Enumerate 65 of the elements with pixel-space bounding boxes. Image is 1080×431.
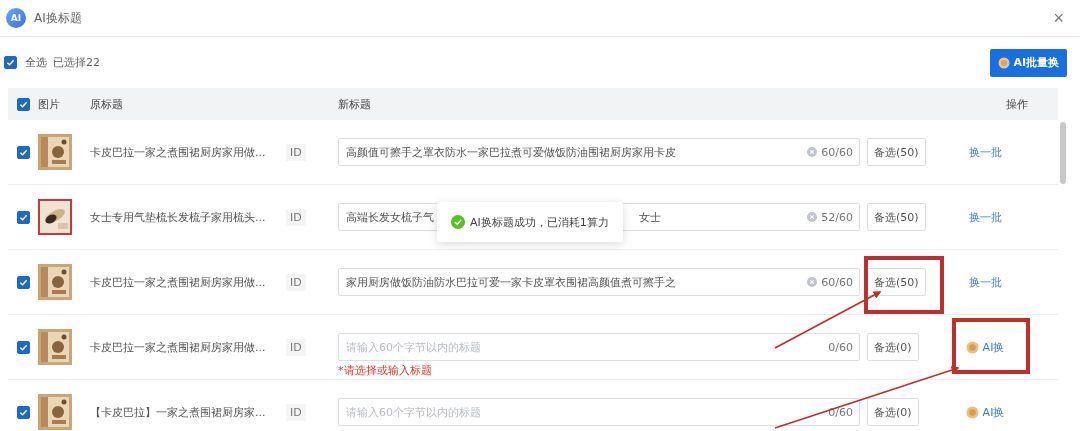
row-checkbox[interactable] (16, 210, 30, 224)
title-input-field[interactable]: 家用厨房做饭防油防水巴拉可爱一家卡皮罩衣围裙高颜值煮可擦手之 60/60 (338, 268, 860, 296)
title-value: 高端长发女梳子气 (346, 209, 434, 225)
original-title: 卡皮巴拉一家之煮围裙厨房家用做... (90, 340, 266, 354)
title-placeholder: 请输入60个字节以内的标题 (346, 404, 482, 420)
title-input-field[interactable]: 高颜值可擦手之罩衣防水一家巴拉煮可爱做饭防油围裙厨房家用卡皮 60/60 (338, 138, 860, 166)
checkmark-icon (18, 407, 28, 417)
id-label: ID (286, 273, 306, 291)
original-title: 卡皮巴拉一家之煮围裙厨房家用做... (90, 275, 266, 289)
column-header: 新标题 (338, 97, 371, 111)
checkmark-icon (18, 147, 28, 157)
alternatives-button[interactable]: 备选(50) (867, 138, 926, 166)
success-icon (451, 215, 465, 229)
close-button[interactable]: × (1051, 9, 1066, 27)
checkmark-icon (18, 342, 28, 352)
coin-icon (965, 340, 979, 354)
char-counter: 0/60 (828, 340, 853, 354)
original-title: 卡皮巴拉一家之煮围裙厨房家用做... (90, 145, 266, 159)
id-label: ID (286, 208, 306, 226)
alternatives-button[interactable]: 备选(0) (867, 333, 919, 361)
id-label: ID (286, 338, 306, 356)
checkmark-icon (6, 58, 15, 67)
checkmark-icon (18, 277, 28, 287)
original-title: 女士专用气垫梳长发梳子家用梳头... (90, 210, 266, 224)
id-label: ID (286, 143, 306, 161)
title-value: 女士 (639, 209, 661, 225)
column-header: 原标题 (90, 97, 123, 111)
char-counter: 60/60 (821, 275, 853, 289)
checkmark-icon (18, 212, 28, 222)
refresh-link[interactable]: 换一批 (966, 272, 1004, 292)
title-input-field[interactable]: 请输入60个字节以内的标题 0/60 (338, 398, 860, 426)
toast-message: AI换标题成功，已消耗1算力 (470, 214, 609, 230)
batch-replace-button[interactable]: AI批量换 (990, 48, 1067, 77)
header-checkbox[interactable] (16, 97, 30, 111)
row-checkbox[interactable] (16, 405, 30, 419)
column-header: 操作 (1006, 96, 1028, 112)
original-title: 【卡皮巴拉】一家之煮围裙厨房家... (90, 405, 266, 419)
title-value: 家用厨房做饭防油防水巴拉可爱一家卡皮罩衣围裙高颜值煮可擦手之 (346, 274, 676, 290)
row-checkbox[interactable] (16, 275, 30, 289)
column-header: 图片 (38, 96, 60, 112)
char-counter: 0/60 (828, 405, 853, 419)
row-checkbox[interactable] (16, 145, 30, 159)
alternatives-button[interactable]: 备选(50) (867, 268, 926, 296)
alternatives-button[interactable]: 备选(50) (867, 203, 926, 231)
char-counter: 60/60 (821, 145, 853, 159)
select-all-checkbox[interactable] (4, 56, 17, 69)
checkmark-icon (18, 99, 28, 109)
char-counter: 52/60 (821, 210, 853, 224)
window-title: AI换标题 (34, 9, 82, 27)
refresh-link[interactable]: 换一批 (966, 207, 1004, 227)
coin-icon (998, 56, 1011, 69)
error-message: *请选择或输入标题 (338, 363, 432, 378)
title-placeholder: 请输入60个字节以内的标题 (346, 339, 482, 355)
ai-replace-link[interactable]: AI换 (963, 402, 1007, 422)
ai-replace-link[interactable]: AI换 (963, 337, 1007, 357)
selected-count: 已选择22 (53, 55, 100, 70)
title-value: 高颜值可擦手之罩衣防水一家巴拉煮可爱做饭防油围裙厨房家用卡皮 (346, 144, 676, 160)
app-logo: AI (6, 8, 26, 28)
refresh-link[interactable]: 换一批 (966, 142, 1004, 162)
row-checkbox[interactable] (16, 340, 30, 354)
id-label: ID (286, 403, 306, 421)
alternatives-button[interactable]: 备选(0) (867, 398, 919, 426)
title-input-field[interactable]: 请输入60个字节以内的标题 0/60 (338, 333, 860, 361)
coin-icon (965, 405, 979, 419)
select-all-label: 全选 (25, 55, 47, 70)
